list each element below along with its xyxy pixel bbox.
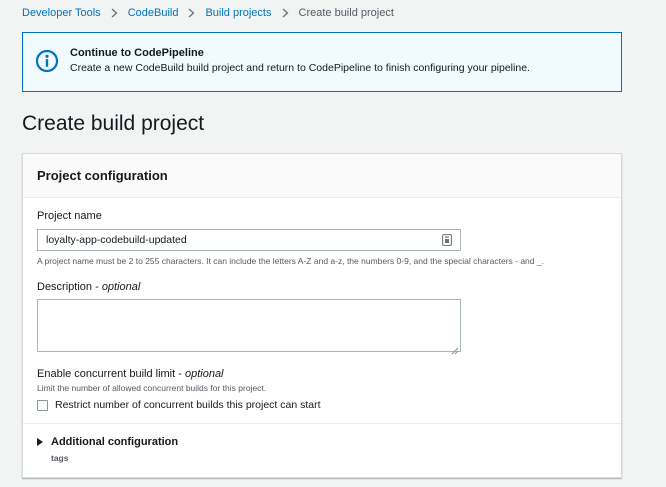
breadcrumb-build-projects[interactable]: Build projects bbox=[205, 7, 271, 19]
description-label: Description - optional bbox=[37, 281, 141, 293]
breadcrumb-codebuild[interactable]: CodeBuild bbox=[128, 7, 179, 19]
flash-content: Continue to CodePipeline Create a new Co… bbox=[70, 46, 530, 74]
restrict-concurrent-builds-checkbox[interactable] bbox=[37, 399, 48, 411]
breadcrumb: Developer Tools CodeBuild Build projects… bbox=[22, 7, 394, 19]
breadcrumb-current: Create build project bbox=[298, 7, 394, 19]
breadcrumb-developer-tools[interactable]: Developer Tools bbox=[22, 7, 101, 19]
concurrent-limit-hint: Limit the number of allowed concurrent b… bbox=[37, 383, 267, 393]
chevron-right-icon bbox=[282, 8, 289, 18]
info-icon bbox=[35, 49, 59, 73]
project-configuration-panel: Project configuration Project name loyal… bbox=[22, 153, 622, 478]
caret-right-icon bbox=[37, 438, 43, 446]
project-name-hint: A project name must be 2 to 255 characte… bbox=[37, 256, 544, 266]
project-name-label: Project name bbox=[37, 210, 102, 222]
flash-title: Continue to CodePipeline bbox=[70, 47, 204, 59]
chevron-right-icon bbox=[111, 8, 118, 18]
page-title: Create build project bbox=[22, 112, 205, 135]
password-manager-icon[interactable] bbox=[442, 234, 452, 246]
project-name-value: loyalty-app-codebuild-updated bbox=[46, 234, 187, 246]
chevron-right-icon bbox=[188, 8, 195, 18]
divider bbox=[23, 423, 621, 424]
description-textarea[interactable] bbox=[37, 299, 461, 355]
restrict-concurrent-builds-label[interactable]: Restrict number of concurrent builds thi… bbox=[55, 399, 321, 411]
project-name-input[interactable]: loyalty-app-codebuild-updated bbox=[37, 229, 461, 251]
info-flashbar: Continue to CodePipeline Create a new Co… bbox=[22, 32, 622, 92]
additional-configuration-toggle[interactable]: Additional configuration bbox=[37, 436, 178, 448]
concurrent-limit-label: Enable concurrent build limit - optional bbox=[37, 368, 224, 380]
restrict-concurrent-builds-row[interactable]: Restrict number of concurrent builds thi… bbox=[37, 399, 321, 411]
additional-configuration-label: Additional configuration bbox=[51, 436, 179, 448]
additional-configuration-subtitle: tags bbox=[51, 453, 69, 463]
flash-message: Create a new CodeBuild build project and… bbox=[70, 62, 530, 74]
resize-handle-icon[interactable] bbox=[451, 342, 459, 355]
panel-header: Project configuration bbox=[23, 154, 621, 198]
